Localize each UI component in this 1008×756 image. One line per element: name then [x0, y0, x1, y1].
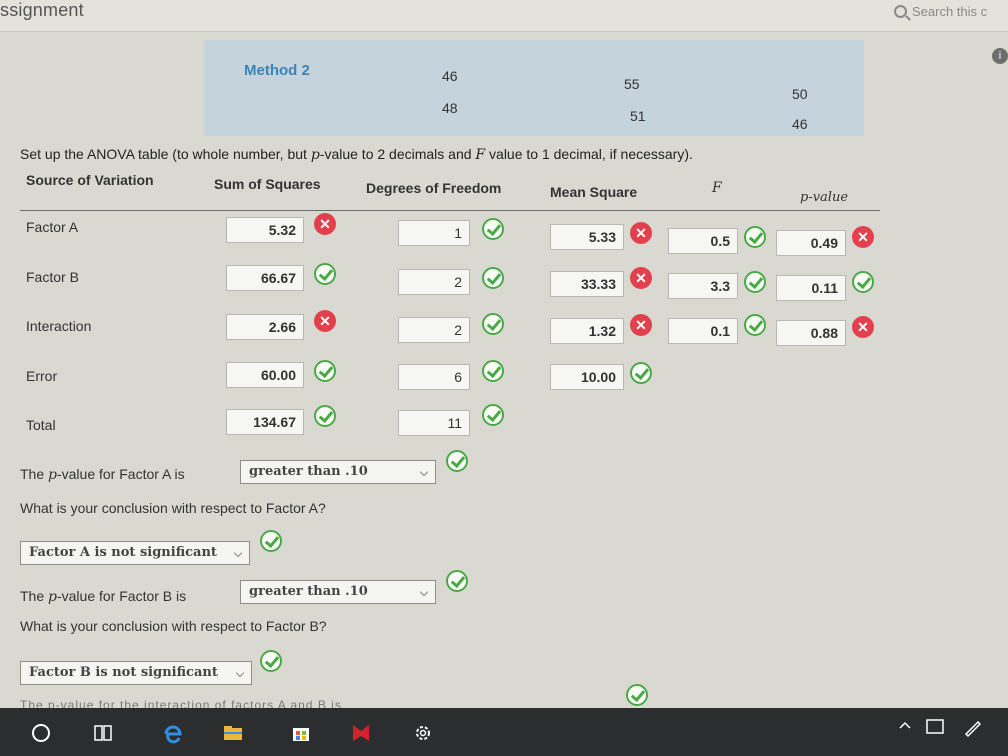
incorrect-icon: ✕ [852, 226, 874, 248]
question-factor-b-conclusion: What is your conclusion with respect to … [20, 618, 327, 634]
method-value: 46 [792, 116, 808, 132]
taskbar [0, 708, 1008, 756]
df-input[interactable]: 1 [398, 220, 470, 246]
method-panel: Method 2 46 55 50 48 51 46 [204, 40, 864, 136]
header-source: Source of Variation [26, 172, 154, 188]
row-label: Factor B [26, 269, 79, 285]
correct-icon [482, 404, 504, 426]
correct-icon [446, 570, 468, 592]
correct-icon [482, 267, 504, 289]
store-icon[interactable] [290, 722, 312, 744]
correct-icon [744, 226, 766, 248]
incorrect-icon: ✕ [630, 222, 652, 244]
correct-icon [626, 684, 648, 706]
ms-input[interactable]: 5.33 [550, 224, 624, 250]
incorrect-icon: ✕ [314, 310, 336, 332]
method-label: Method 2 [244, 62, 310, 79]
ss-input[interactable]: 60.00 [226, 362, 304, 388]
row-label: Factor A [26, 219, 79, 235]
file-explorer-icon[interactable] [222, 722, 244, 744]
question-factor-a-conclusion: What is your conclusion with respect to … [20, 500, 326, 516]
windows-ink-icon[interactable] [924, 716, 946, 738]
incorrect-icon: ✕ [852, 316, 874, 338]
ms-input[interactable]: 10.00 [550, 364, 624, 390]
task-view-icon[interactable] [92, 722, 114, 744]
method-value: 48 [442, 100, 458, 116]
ms-input[interactable]: 33.33 [550, 271, 624, 297]
method-value: 50 [792, 86, 808, 102]
chevron-down-icon[interactable] [233, 548, 243, 558]
correct-icon [482, 218, 504, 240]
ss-input[interactable]: 2.66 [226, 314, 304, 340]
method-value: 51 [630, 108, 646, 124]
pvalue-input[interactable]: 0.88 [776, 320, 846, 346]
df-input[interactable]: 2 [398, 269, 470, 295]
correct-icon [314, 405, 336, 427]
correct-icon [260, 530, 282, 552]
correct-icon [744, 314, 766, 336]
f-input[interactable]: 3.3 [668, 273, 738, 299]
mcafee-icon[interactable] [350, 722, 372, 744]
question-factor-a-pvalue: The p-value for Factor A is [20, 466, 185, 483]
correct-icon [260, 650, 282, 672]
row-label: Error [26, 368, 58, 384]
settings-gear-icon[interactable] [412, 722, 434, 744]
ss-input[interactable]: 5.32 [226, 217, 304, 243]
question-factor-b-pvalue: The p-value for Factor B is [20, 588, 187, 605]
chevron-up-icon[interactable] [898, 718, 912, 732]
correct-icon [314, 263, 336, 285]
correct-icon [314, 360, 336, 382]
row-label: Total [26, 417, 56, 433]
page-title: ssignment [0, 0, 84, 20]
search-box[interactable]: Search this c [894, 4, 987, 19]
correct-icon [446, 450, 468, 472]
df-input[interactable]: 6 [398, 364, 470, 390]
table-header: Source of Variation Sum of Squares Degre… [0, 168, 1008, 208]
f-input[interactable]: 0.5 [668, 228, 738, 254]
incorrect-icon: ✕ [630, 314, 652, 336]
chevron-down-icon[interactable] [419, 587, 429, 597]
method-value: 55 [624, 76, 640, 92]
cortana-icon[interactable] [30, 722, 52, 744]
top-bar: ssignment Search this c [0, 0, 1008, 32]
correct-icon [852, 271, 874, 293]
search-placeholder[interactable]: Search this c [912, 4, 987, 19]
header-df: Degrees of Freedom [366, 180, 502, 196]
header-divider [20, 210, 880, 211]
ss-input[interactable]: 66.67 [226, 265, 304, 291]
edge-icon[interactable] [162, 722, 184, 744]
instructions: Set up the ANOVA table (to whole number,… [20, 146, 693, 163]
info-icon[interactable]: i [992, 48, 1008, 64]
row-label: Interaction [26, 318, 92, 334]
ss-input[interactable]: 134.67 [226, 409, 304, 435]
factor-a-conclusion-dropdown[interactable]: Factor A is not significant [20, 541, 250, 565]
method-value: 46 [442, 68, 458, 84]
correct-icon [482, 360, 504, 382]
header-pvalue: p-value [800, 190, 849, 205]
factor-a-pvalue-dropdown[interactable]: greater than .10 [240, 460, 436, 484]
correct-icon [744, 271, 766, 293]
incorrect-icon: ✕ [630, 267, 652, 289]
chevron-down-icon[interactable] [419, 467, 429, 477]
df-input[interactable]: 2 [398, 317, 470, 343]
correct-icon [482, 313, 504, 335]
correct-icon [630, 362, 652, 384]
incorrect-icon: ✕ [314, 213, 336, 235]
header-f: F [712, 180, 722, 196]
search-icon[interactable] [894, 5, 907, 18]
pen-icon[interactable] [962, 716, 984, 738]
factor-b-conclusion-dropdown[interactable]: Factor B is not significant [20, 661, 252, 685]
pvalue-input[interactable]: 0.11 [776, 275, 846, 301]
df-input[interactable]: 11 [398, 410, 470, 436]
header-ms: Mean Square [550, 184, 638, 200]
chevron-down-icon[interactable] [235, 668, 245, 678]
pvalue-input[interactable]: 0.49 [776, 230, 846, 256]
f-input[interactable]: 0.1 [668, 318, 738, 344]
header-ss: Sum of Squares [214, 176, 321, 192]
ms-input[interactable]: 1.32 [550, 318, 624, 344]
factor-b-pvalue-dropdown[interactable]: greater than .10 [240, 580, 436, 604]
